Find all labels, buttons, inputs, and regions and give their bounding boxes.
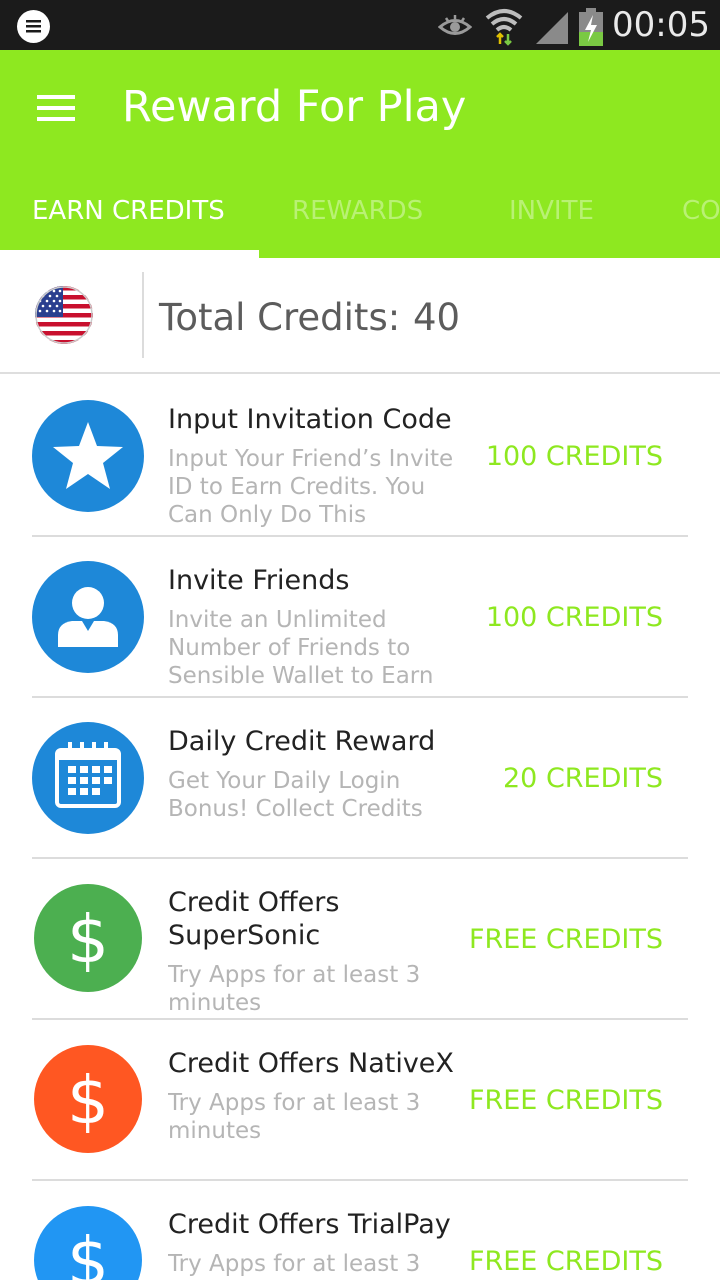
item-title: Invite Friends [168,565,350,596]
item-credits: FREE CREDITS [468,1246,663,1277]
svg-text:$: $ [67,1223,109,1280]
tab-indicator [0,250,259,258]
svg-text:$: $ [67,1062,109,1139]
item-description: Input Your Friend’s Invite ID to Earn Cr… [168,446,454,528]
dollar-icon: $ [34,1206,142,1280]
total-credits-value: 40 [413,296,461,339]
list-item-credit-offers-trialpay[interactable]: $ Credit Offers TrialPay Try Apps for at… [0,1181,720,1280]
tab-rewards[interactable]: REWARDS [292,196,423,226]
calendar-icon [32,722,144,834]
wifi-icon [484,6,524,50]
list-item-daily-credit-reward[interactable]: Daily Credit Reward Get Your Daily Login… [0,698,720,859]
clock: 00:05 [612,5,710,45]
item-description: Try Apps for at least 3 minutes [168,962,421,1013]
credits-summary: Total Credits: 40 [0,258,720,374]
summary-divider [142,272,144,358]
person-icon [32,561,144,673]
list-item-input-invitation-code[interactable]: Input Invitation Code Input Your Friend’… [0,376,720,537]
item-description: Try Apps for at least 3 minutes [168,1090,421,1144]
hamburger-menu-icon[interactable] [37,95,75,121]
app-title: Reward For Play [122,82,467,132]
item-title: Credit Offers SuperSonic [168,887,340,951]
battery-charging-icon [578,8,604,50]
total-credits-label: Total Credits: [159,296,401,339]
item-title: Credit Offers TrialPay [168,1209,451,1240]
eye-icon [437,12,473,44]
item-credits: FREE CREDITS [468,1085,663,1116]
star-icon [32,400,144,512]
message-icon [17,10,50,43]
item-title: Daily Credit Reward [168,726,436,757]
item-title: Credit Offers NativeX [168,1048,454,1079]
signal-icon [534,10,570,48]
status-bar: 00:05 [0,0,720,50]
list-item-credit-offers-supersonic[interactable]: $ Credit Offers SuperSonic Try Apps for … [0,859,720,1020]
item-credits: 100 CREDITS [485,602,663,633]
item-description: Invite an Unlimited Number of Friends to… [168,607,434,689]
tab-invite[interactable]: INVITE [509,196,594,226]
item-description: Try Apps for at least 3 [168,1251,421,1277]
dollar-icon: $ [34,884,142,992]
us-flag-icon[interactable] [35,286,93,344]
dollar-icon: $ [34,1045,142,1153]
svg-text:$: $ [67,901,109,978]
list-item-credit-offers-nativex[interactable]: $ Credit Offers NativeX Try Apps for at … [0,1020,720,1181]
item-credits: 20 CREDITS [503,763,663,794]
item-credits: FREE CREDITS [468,924,663,955]
list-item-invite-friends[interactable]: Invite Friends Invite an Unlimited Numbe… [0,537,720,698]
tab-co[interactable]: CO [682,196,720,226]
item-title: Input Invitation Code [168,404,452,435]
item-description: Get Your Daily Login Bonus! Collect Cred… [168,768,423,827]
tab-earn-credits[interactable]: EARN CREDITS [32,196,225,226]
item-credits: 100 CREDITS [485,441,663,472]
